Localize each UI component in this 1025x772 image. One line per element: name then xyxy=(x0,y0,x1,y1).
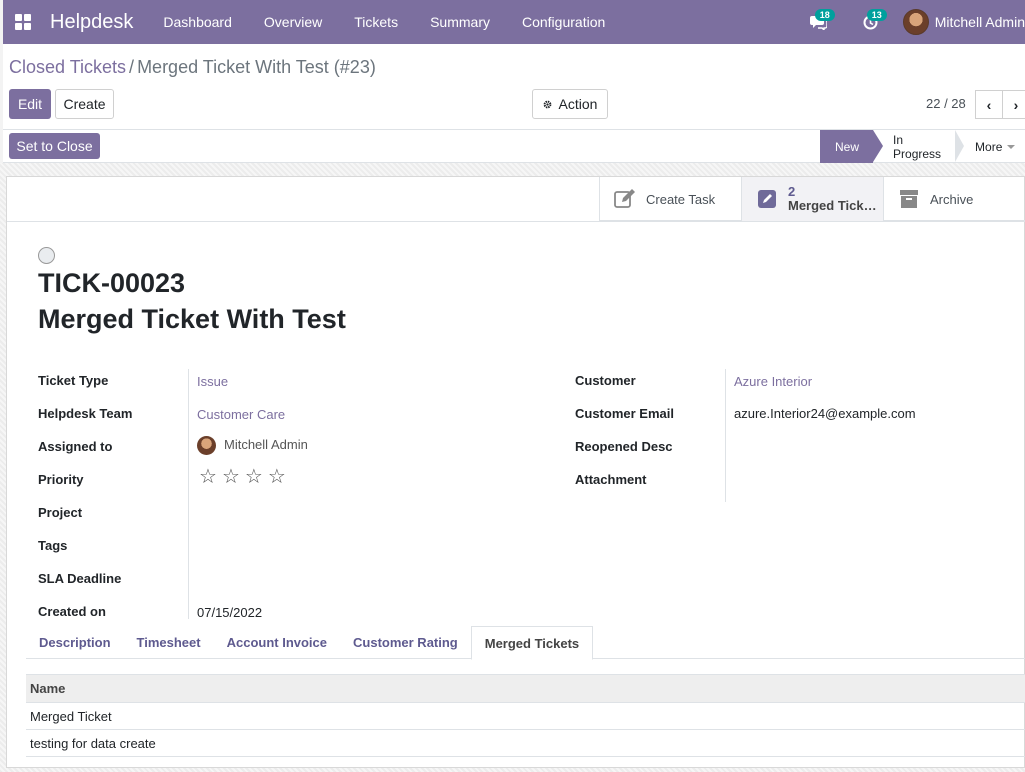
star-icon[interactable]: ☆ xyxy=(199,467,217,487)
merged-count: 2 xyxy=(788,184,796,199)
ticket-type-value[interactable]: Issue xyxy=(197,374,228,389)
priority-label: Priority xyxy=(38,472,84,487)
menu-overview[interactable]: Overview xyxy=(248,14,338,30)
ticket-title[interactable]: Merged Ticket With Test xyxy=(38,304,346,335)
menu-dashboard[interactable]: Dashboard xyxy=(147,14,248,30)
chevron-right-icon: › xyxy=(1013,96,1019,113)
messages-button[interactable]: 18 xyxy=(793,0,845,44)
archive-icon xyxy=(898,188,920,210)
ticket-type-label: Ticket Type xyxy=(38,373,109,388)
action-label: Action xyxy=(558,96,598,112)
action-dropdown[interactable]: Action xyxy=(532,89,608,119)
column-header-name[interactable]: Name xyxy=(26,674,1025,703)
merged-tickets-table: Name Merged Ticket testing for data crea… xyxy=(26,674,1025,757)
customer-value[interactable]: Azure Interior xyxy=(734,374,812,389)
breadcrumb-parent[interactable]: Closed Tickets xyxy=(9,57,126,77)
user-avatar xyxy=(902,9,929,35)
tab-description[interactable]: Description xyxy=(26,626,124,659)
notebook-tabs: Description Timesheet Account Invoice Cu… xyxy=(26,626,1025,660)
ticket-reference: TICK-00023 xyxy=(38,268,186,298)
create-button[interactable]: Create xyxy=(55,89,114,119)
left-group-divider xyxy=(188,369,189,619)
priority-stars: ☆ ☆ ☆ ☆ xyxy=(199,467,286,487)
tags-label: Tags xyxy=(38,538,68,553)
pager-previous-button[interactable]: ‹ xyxy=(975,90,1003,119)
gear-icon xyxy=(543,100,551,108)
breadcrumb-current: Merged Ticket With Test (#23) xyxy=(137,57,376,77)
project-label: Project xyxy=(38,505,83,520)
created-on-value: 07/15/2022 xyxy=(197,605,263,620)
menu-configuration[interactable]: Configuration xyxy=(506,14,621,30)
messages-count-badge: 18 xyxy=(814,9,835,21)
created-on-label: Created on xyxy=(38,604,106,619)
tab-account-invoice[interactable]: Account Invoice xyxy=(214,626,340,659)
stage-new[interactable]: New xyxy=(820,130,884,163)
breadcrumb-separator: / xyxy=(129,57,135,77)
kanban-state-indicator[interactable] xyxy=(38,247,55,264)
edit-button[interactable]: Edit xyxy=(9,89,51,119)
control-panel: Closed Tickets / Merged Ticket With Test (… xyxy=(3,44,1025,130)
top-navbar: Helpdesk Dashboard Overview Tickets Summ… xyxy=(3,0,1025,44)
table-row[interactable]: Merged Ticket xyxy=(26,703,1025,730)
tab-merged-tickets[interactable]: Merged Tickets xyxy=(470,626,594,660)
star-icon[interactable]: ☆ xyxy=(222,467,240,487)
edit-square-icon xyxy=(614,188,636,210)
create-task-label: Create Task xyxy=(646,191,716,207)
caret-down-icon xyxy=(1007,144,1016,149)
sla-deadline-label: SLA Deadline xyxy=(38,571,122,586)
helpdesk-team-label: Helpdesk Team xyxy=(38,406,133,421)
table-row[interactable]: testing for data create xyxy=(26,730,1025,757)
customer-label: Customer xyxy=(575,373,636,388)
create-task-button[interactable]: Create Task xyxy=(599,177,741,221)
activities-count-badge: 13 xyxy=(866,9,887,21)
menu-summary[interactable]: Summary xyxy=(414,14,506,30)
user-menu[interactable]: Mitchell Admin xyxy=(902,9,1025,35)
pager-value: 22 / 28 xyxy=(926,96,966,111)
customer-email-label: Customer Email xyxy=(575,406,674,421)
reopened-desc-label: Reopened Desc xyxy=(575,439,673,454)
stage-more-dropdown[interactable]: More xyxy=(955,130,1025,163)
pager-next-button[interactable]: › xyxy=(1002,90,1025,119)
statusbar: Set to Close New In Progress More xyxy=(3,130,1025,163)
star-icon[interactable]: ☆ xyxy=(268,467,286,487)
attachment-label: Attachment xyxy=(575,472,647,487)
form-sheet: Create Task 2 Merged Tick… Archive TICK-… xyxy=(6,176,1025,768)
button-box-divider xyxy=(7,221,1025,222)
tab-timesheet[interactable]: Timesheet xyxy=(124,626,214,659)
star-icon[interactable]: ☆ xyxy=(245,467,263,487)
tab-customer-rating[interactable]: Customer Rating xyxy=(340,626,471,659)
merged-label: Merged Tick… xyxy=(788,198,877,213)
assignee-avatar xyxy=(197,436,216,455)
right-group-divider xyxy=(725,369,726,502)
merged-tickets-button[interactable]: 2 Merged Tick… xyxy=(741,177,883,221)
stage-pipeline: New In Progress More xyxy=(820,130,1025,163)
app-brand[interactable]: Helpdesk xyxy=(50,11,133,34)
archive-button[interactable]: Archive xyxy=(883,177,1025,221)
breadcrumb: Closed Tickets / Merged Ticket With Test (… xyxy=(9,57,376,78)
customer-email-value[interactable]: azure.Interior24@example.com xyxy=(734,406,916,421)
activities-button[interactable]: 13 xyxy=(845,0,897,44)
user-name: Mitchell Admin xyxy=(934,14,1025,30)
pencil-square-icon xyxy=(756,188,778,210)
helpdesk-team-value[interactable]: Customer Care xyxy=(197,407,285,422)
archive-label: Archive xyxy=(930,191,974,207)
stage-more-label: More xyxy=(975,139,1003,154)
smart-button-box: Create Task 2 Merged Tick… Archive xyxy=(599,177,1025,221)
assignee-name: Mitchell Admin xyxy=(224,436,308,452)
set-to-close-button[interactable]: Set to Close xyxy=(9,133,100,159)
assigned-to-label: Assigned to xyxy=(38,439,113,454)
chevron-left-icon: ‹ xyxy=(986,96,992,113)
apps-icon[interactable] xyxy=(5,0,41,44)
menu-tickets[interactable]: Tickets xyxy=(338,14,414,30)
stage-in-progress[interactable]: In Progress xyxy=(873,130,965,163)
assigned-to-value[interactable]: Mitchell Admin xyxy=(197,436,308,455)
